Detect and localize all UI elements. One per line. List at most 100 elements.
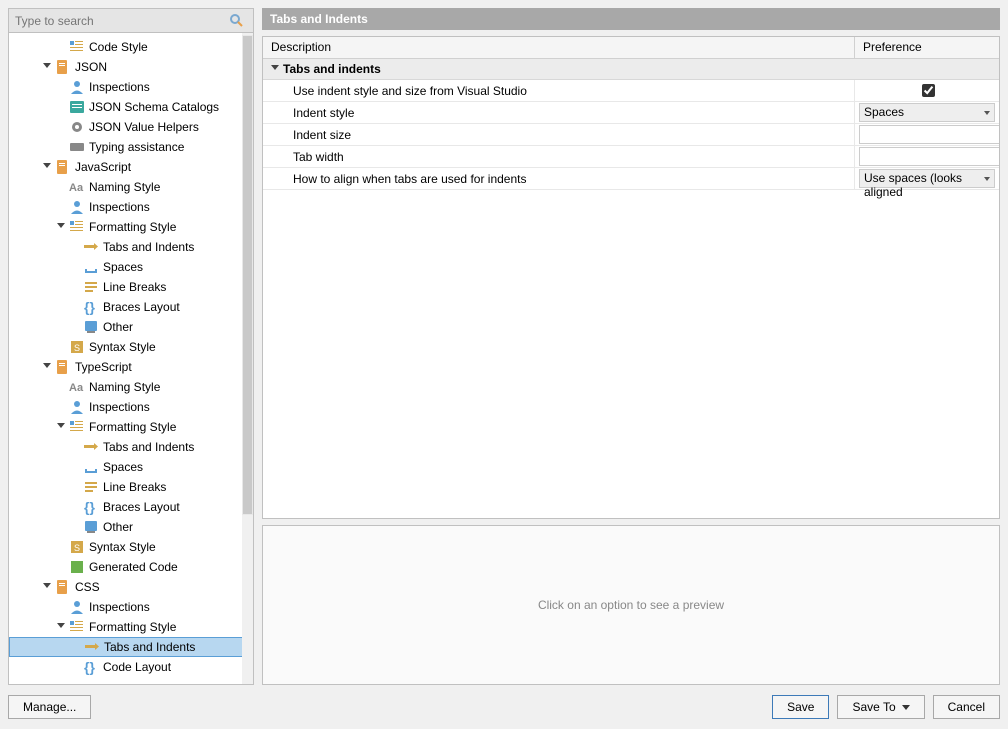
braces-icon <box>83 659 99 675</box>
grid-header: Description Preference <box>263 37 999 59</box>
tree-item-css-code-layout[interactable]: Code Layout <box>9 657 253 677</box>
cancel-button[interactable]: Cancel <box>933 695 1000 719</box>
save-to-button[interactable]: Save To <box>837 695 924 719</box>
naming-icon <box>69 379 85 395</box>
settings-tree[interactable]: Code Style JSON Inspections JSON Schema … <box>9 33 253 684</box>
checkbox-use-vs-indent[interactable] <box>922 84 935 97</box>
tree-item-ts-formatting[interactable]: Formatting Style <box>9 417 253 437</box>
search-box <box>9 9 253 33</box>
json-icon <box>55 59 71 75</box>
combo-indent-style[interactable]: Spaces <box>859 103 995 122</box>
spinner-tab-width[interactable] <box>859 147 999 166</box>
tree-item-js-naming[interactable]: Naming Style <box>9 177 253 197</box>
manage-button[interactable]: Manage... <box>8 695 91 719</box>
catalog-icon <box>69 99 85 115</box>
save-button[interactable]: Save <box>772 695 829 719</box>
tree-item-javascript[interactable]: JavaScript <box>9 157 253 177</box>
tree-item-css-tabs[interactable]: Tabs and Indents <box>9 637 253 657</box>
naming-icon <box>69 179 85 195</box>
spaces-icon <box>83 459 99 475</box>
tree-item-ts-other[interactable]: Other <box>9 517 253 537</box>
tree-item-ts-spaces[interactable]: Spaces <box>9 457 253 477</box>
expand-icon[interactable] <box>55 221 67 233</box>
row-tab-width[interactable]: Tab width ▲▼ <box>263 146 999 168</box>
tree-item-js-inspections[interactable]: Inspections <box>9 197 253 217</box>
tree-item-code-style[interactable]: Code Style <box>9 37 253 57</box>
formatting-icon <box>69 619 85 635</box>
file-icon <box>69 39 85 55</box>
expand-icon[interactable] <box>41 161 53 173</box>
tree-item-json-schema[interactable]: JSON Schema Catalogs <box>9 97 253 117</box>
sidebar: Code Style JSON Inspections JSON Schema … <box>8 8 254 685</box>
tree-item-js-spaces[interactable]: Spaces <box>9 257 253 277</box>
generated-icon <box>69 559 85 575</box>
settings-grid: Description Preference Tabs and indents … <box>262 36 1000 519</box>
search-input[interactable] <box>13 12 229 30</box>
inspections-icon <box>69 199 85 215</box>
panel-title: Tabs and Indents <box>262 8 1000 30</box>
tree-item-typing-assist[interactable]: Typing assistance <box>9 137 253 157</box>
bottom-bar: Manage... Save Save To Cancel <box>8 693 1000 721</box>
braces-icon <box>83 299 99 315</box>
tree-item-ts-tabs[interactable]: Tabs and Indents <box>9 437 253 457</box>
tree-item-js-braces[interactable]: Braces Layout <box>9 297 253 317</box>
scrollbar-thumb[interactable] <box>242 35 253 515</box>
row-indent-size[interactable]: Indent size ▲▼ <box>263 124 999 146</box>
lines-icon <box>83 479 99 495</box>
collapse-icon[interactable] <box>269 63 281 75</box>
expand-icon[interactable] <box>55 621 67 633</box>
tabs-icon <box>83 239 99 255</box>
col-preference[interactable]: Preference <box>855 37 999 58</box>
formatting-icon <box>69 219 85 235</box>
other-icon <box>83 519 99 535</box>
expand-icon[interactable] <box>41 61 53 73</box>
col-description[interactable]: Description <box>263 37 855 58</box>
braces-icon <box>83 499 99 515</box>
tree-item-css-formatting[interactable]: Formatting Style <box>9 617 253 637</box>
expand-icon[interactable] <box>41 361 53 373</box>
gear-icon <box>69 119 85 135</box>
tree-item-json-inspections[interactable]: Inspections <box>9 77 253 97</box>
tree-item-ts-linebreaks[interactable]: Line Breaks <box>9 477 253 497</box>
expand-icon[interactable] <box>55 421 67 433</box>
tree-item-ts-naming[interactable]: Naming Style <box>9 377 253 397</box>
spinner-indent-size[interactable] <box>859 125 999 144</box>
group-tabs-indents[interactable]: Tabs and indents <box>263 59 999 80</box>
combo-align-tabs[interactable]: Use spaces (looks aligned <box>859 169 995 188</box>
js-icon <box>55 159 71 175</box>
row-indent-style[interactable]: Indent style Spaces <box>263 102 999 124</box>
preview-placeholder: Click on an option to see a preview <box>538 598 724 612</box>
tree-item-js-other[interactable]: Other <box>9 317 253 337</box>
expand-icon[interactable] <box>41 581 53 593</box>
tabs-icon <box>84 639 100 655</box>
tree-item-ts-gen[interactable]: Generated Code <box>9 557 253 577</box>
row-use-vs-indent[interactable]: Use indent style and size from Visual St… <box>263 80 999 102</box>
spaces-icon <box>83 259 99 275</box>
keyboard-icon <box>69 139 85 155</box>
tree-item-js-linebreaks[interactable]: Line Breaks <box>9 277 253 297</box>
syntax-icon <box>69 539 85 555</box>
tree-item-ts-inspections[interactable]: Inspections <box>9 397 253 417</box>
tree-item-js-formatting[interactable]: Formatting Style <box>9 217 253 237</box>
search-icon[interactable] <box>229 13 245 29</box>
tree-item-json-helpers[interactable]: JSON Value Helpers <box>9 117 253 137</box>
tree-item-typescript[interactable]: TypeScript <box>9 357 253 377</box>
formatting-icon <box>69 419 85 435</box>
other-icon <box>83 319 99 335</box>
lines-icon <box>83 279 99 295</box>
row-align-tabs[interactable]: How to align when tabs are used for inde… <box>263 168 999 190</box>
tree-item-ts-braces[interactable]: Braces Layout <box>9 497 253 517</box>
inspections-icon <box>69 599 85 615</box>
tree-item-css-inspections[interactable]: Inspections <box>9 597 253 617</box>
preview-panel: Click on an option to see a preview <box>262 525 1000 685</box>
tabs-icon <box>83 439 99 455</box>
ts-icon <box>55 359 71 375</box>
tree-item-js-tabs[interactable]: Tabs and Indents <box>9 237 253 257</box>
inspections-icon <box>69 399 85 415</box>
tree-item-json[interactable]: JSON <box>9 57 253 77</box>
tree-item-js-syntax[interactable]: Syntax Style <box>9 337 253 357</box>
tree-item-ts-syntax[interactable]: Syntax Style <box>9 537 253 557</box>
tree-item-css[interactable]: CSS <box>9 577 253 597</box>
tree-scrollbar[interactable] <box>242 33 253 684</box>
css-icon <box>55 579 71 595</box>
